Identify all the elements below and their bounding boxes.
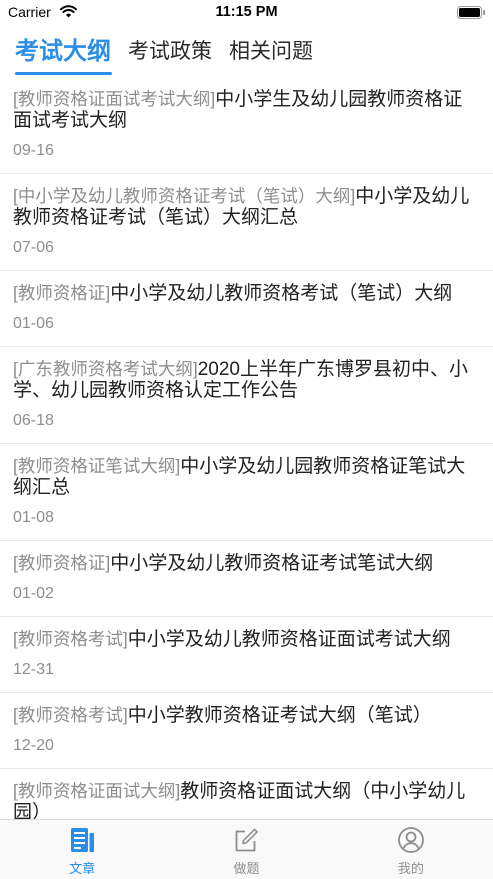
article-item[interactable]: [教师资格证笔试大纲]中小学及幼儿园教师资格证笔试大纲汇总 01-08 (0, 444, 493, 541)
article-headline: [教师资格证]中小学及幼儿教师资格考试（笔试）大纲 (13, 283, 470, 304)
article-category: [教师资格考试] (13, 629, 128, 649)
article-headline: [教师资格证笔试大纲]中小学及幼儿园教师资格证笔试大纲汇总 (13, 456, 470, 498)
article-headline: [教师资格证面试考试大纲]中小学生及幼儿园教师资格证面试考试大纲 (13, 89, 470, 131)
article-date: 07-06 (13, 239, 54, 256)
article-headline: [教师资格考试]中小学及幼儿教师资格证面试考试大纲 (13, 629, 470, 650)
article-category: [教师资格证笔试大纲] (13, 456, 181, 476)
wifi-icon (60, 5, 77, 18)
tab-exam-policy[interactable]: 考试政策 (128, 36, 212, 68)
status-time: 11:15 PM (215, 4, 278, 20)
article-title: 中小学及幼儿教师资格考试（笔试）大纲 (110, 283, 453, 304)
article-date: 01-08 (13, 509, 54, 526)
nav-practice[interactable]: 做题 (164, 820, 328, 879)
profile-icon (397, 827, 424, 853)
article-item[interactable]: [广东教师资格考试大纲]2020上半年广东博罗县初中、小学、幼儿园教师资格认定工… (0, 347, 493, 444)
article-headline: [教师资格证面试大纲]教师资格证面试大纲（中小学幼儿园） (13, 781, 470, 819)
status-bar: Carrier 11:15 PM (0, 0, 493, 24)
article-headline: [中小学及幼儿教师资格证考试（笔试）大纲]中小学及幼儿教师资格证考试（笔试）大纲… (13, 186, 470, 228)
article-headline: [教师资格考试]中小学教师资格证考试大纲（笔试） (13, 705, 470, 726)
article-date: 12-20 (13, 737, 54, 754)
article-item[interactable]: [教师资格证面试考试大纲]中小学生及幼儿园教师资格证面试考试大纲 09-16 (0, 77, 493, 174)
article-title: 中小学及幼儿教师资格证考试笔试大纲 (110, 553, 434, 574)
battery-icon (457, 6, 486, 19)
edit-icon (236, 828, 259, 852)
article-headline: [广东教师资格考试大纲]2020上半年广东博罗县初中、小学、幼儿园教师资格认定工… (13, 359, 470, 401)
article-category: [教师资格证] (13, 553, 111, 573)
nav-articles[interactable]: 文章 (0, 820, 164, 879)
article-date: 01-02 (13, 585, 54, 602)
nav-profile[interactable]: 我的 (329, 820, 493, 879)
article-list[interactable]: [教师资格证面试考试大纲]中小学生及幼儿园教师资格证面试考试大纲 09-16 [… (0, 77, 493, 819)
bottom-tab-bar: 文章 做题 我的 (0, 819, 493, 879)
article-date: 06-18 (13, 412, 54, 429)
article-icon (71, 828, 95, 852)
tab-exam-syllabus[interactable]: 考试大纲 (15, 36, 111, 68)
active-tab-indicator (15, 72, 112, 75)
nav-label: 文章 (69, 861, 96, 876)
article-date: 01-06 (13, 315, 54, 332)
article-item[interactable]: [教师资格证]中小学及幼儿教师资格证考试笔试大纲 01-02 (0, 541, 493, 617)
top-tabs: 考试大纲 考试政策 相关问题 (0, 24, 493, 77)
nav-label: 我的 (397, 861, 424, 876)
nav-label: 做题 (233, 861, 260, 876)
article-date: 12-31 (13, 661, 54, 678)
article-category: [教师资格考试] (13, 705, 128, 725)
article-category: [教师资格证面试大纲] (13, 781, 181, 801)
article-category: [广东教师资格考试大纲] (13, 359, 198, 379)
article-date: 09-16 (13, 142, 54, 159)
article-item[interactable]: [教师资格证]中小学及幼儿教师资格考试（笔试）大纲 01-06 (0, 271, 493, 347)
article-item[interactable]: [中小学及幼儿教师资格证考试（笔试）大纲]中小学及幼儿教师资格证考试（笔试）大纲… (0, 174, 493, 271)
article-item[interactable]: [教师资格证面试大纲]教师资格证面试大纲（中小学幼儿园） (0, 769, 493, 819)
article-item[interactable]: [教师资格考试]中小学及幼儿教师资格证面试考试大纲 12-31 (0, 617, 493, 693)
article-category: [教师资格证] (13, 283, 111, 303)
article-category: [教师资格证面试考试大纲] (13, 89, 216, 109)
article-item[interactable]: [教师资格考试]中小学教师资格证考试大纲（笔试） 12-20 (0, 693, 493, 769)
tab-related-questions[interactable]: 相关问题 (229, 36, 313, 68)
article-title: 中小学教师资格证考试大纲（笔试） (127, 705, 432, 726)
carrier-label: Carrier (8, 4, 51, 20)
article-category: [中小学及幼儿教师资格证考试（笔试）大纲] (13, 186, 356, 206)
article-headline: [教师资格证]中小学及幼儿教师资格证考试笔试大纲 (13, 553, 470, 574)
article-title: 中小学及幼儿教师资格证面试考试大纲 (127, 629, 451, 650)
